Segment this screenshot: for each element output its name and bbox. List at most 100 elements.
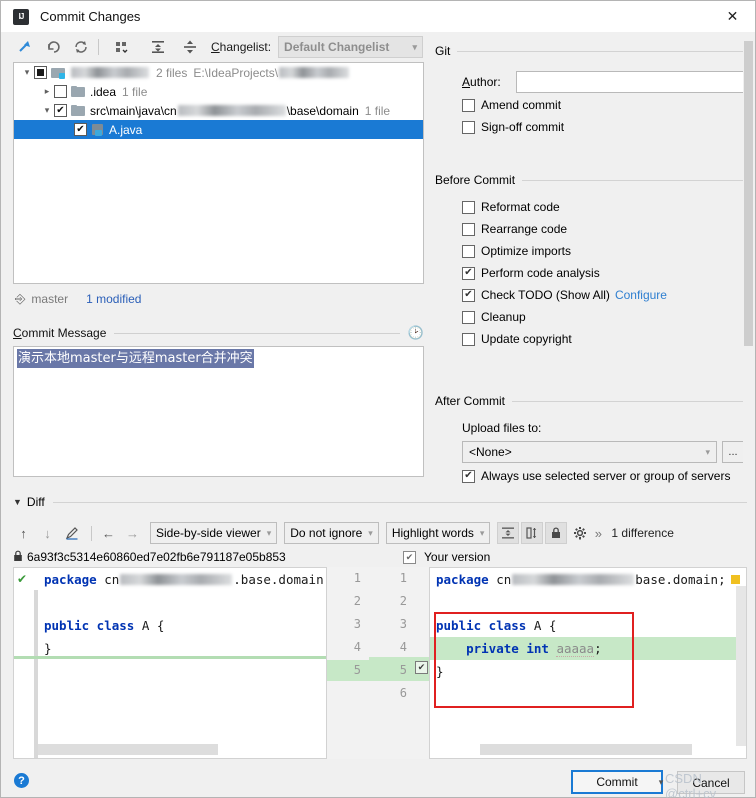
- file-count: 1 file: [122, 84, 148, 99]
- tree-checkbox[interactable]: [34, 66, 47, 79]
- signoff-commit-row[interactable]: Sign-off commit: [462, 116, 747, 138]
- update-copyright-label: Update copyright: [481, 332, 572, 346]
- browse-servers-button[interactable]: ...: [722, 441, 744, 463]
- align-sides-icon[interactable]: [521, 522, 544, 544]
- upload-server-combobox[interactable]: <None> ▾: [462, 441, 717, 463]
- chevron-down-icon[interactable]: [20, 67, 34, 78]
- divider: [52, 501, 747, 503]
- arrow-left-icon[interactable]: ←: [98, 523, 119, 544]
- git-section: Git Author: Amend commit Sign-off commit: [435, 43, 747, 138]
- arrow-down-icon[interactable]: ↓: [37, 523, 58, 544]
- signoff-commit-checkbox[interactable]: [462, 120, 475, 134]
- left-pane-hscrollbar[interactable]: [38, 744, 218, 755]
- diff-section-header[interactable]: ▼ Diff: [13, 494, 747, 510]
- your-version-checkbox[interactable]: [403, 550, 416, 564]
- refresh-changes-icon[interactable]: [14, 36, 36, 58]
- gear-icon[interactable]: [569, 522, 591, 544]
- viewer-mode-combobox[interactable]: Side-by-side viewer ▾: [150, 522, 278, 544]
- tree-row[interactable]: 2 files E:\IdeaProjects\: [14, 63, 423, 82]
- before-commit-section: Before Commit Reformat code Rearrange co…: [435, 172, 747, 350]
- revert-icon[interactable]: [70, 36, 92, 58]
- reformat-code-row[interactable]: Reformat code: [462, 196, 747, 218]
- amend-commit-checkbox[interactable]: [462, 98, 475, 112]
- collapse-all-icon[interactable]: [179, 36, 201, 58]
- ignore-mode-combobox[interactable]: Do not ignore ▾: [284, 522, 379, 544]
- perform-code-analysis-row[interactable]: Perform code analysis: [462, 262, 747, 284]
- right-pane-vscrollbar[interactable]: [736, 586, 746, 746]
- warning-marker-icon[interactable]: [731, 575, 740, 584]
- rearrange-code-row[interactable]: Rearrange code: [462, 218, 747, 240]
- collapse-unchanged-icon[interactable]: [497, 522, 520, 544]
- optimize-imports-checkbox[interactable]: [462, 244, 475, 258]
- diff-toolbar: ↑ ↓ ← → Side-by-side viewer ▾ Do not ign…: [13, 520, 747, 546]
- tree-checkbox[interactable]: [54, 104, 67, 117]
- diff-pane-left[interactable]: ✔ package cn .base.domain; public class A…: [13, 567, 327, 759]
- toolbar-divider: [98, 39, 99, 55]
- rearrange-code-checkbox[interactable]: [462, 222, 475, 236]
- signoff-commit-label: Sign-off commit: [481, 120, 565, 134]
- commit-changes-dialog: IJ Commit Changes ✕ Changelist: Default …: [0, 0, 756, 798]
- cleanup-checkbox[interactable]: [462, 310, 475, 324]
- update-copyright-row[interactable]: Update copyright: [462, 328, 747, 350]
- changed-files-tree[interactable]: 2 files E:\IdeaProjects\ .idea 1 file sr…: [13, 62, 424, 284]
- commit-button[interactable]: Commit: [571, 770, 663, 794]
- tree-checkbox[interactable]: [54, 85, 67, 98]
- accept-change-checkbox[interactable]: ✔: [415, 661, 428, 674]
- always-use-server-row[interactable]: Always use selected server or group of s…: [462, 465, 747, 487]
- optimize-imports-row[interactable]: Optimize imports: [462, 240, 747, 262]
- expand-all-icon[interactable]: [147, 36, 169, 58]
- right-panel-scrollbar-thumb[interactable]: [744, 41, 753, 346]
- author-field[interactable]: [516, 71, 747, 93]
- help-icon[interactable]: ?: [14, 773, 29, 788]
- code-line: }: [436, 664, 444, 679]
- cancel-button[interactable]: Cancel: [677, 771, 745, 794]
- right-pane-hscrollbar[interactable]: [480, 744, 692, 755]
- redacted-module-name: [71, 67, 149, 78]
- code-line: public class A {: [436, 618, 557, 633]
- modified-count[interactable]: 1 modified: [86, 292, 141, 306]
- rollback-icon[interactable]: [42, 36, 64, 58]
- history-clock-icon[interactable]: 🕑: [408, 325, 424, 341]
- close-icon[interactable]: ✕: [710, 1, 755, 32]
- reformat-code-checkbox[interactable]: [462, 200, 475, 214]
- tree-row[interactable]: src\main\java\cn \base\domain 1 file: [14, 101, 423, 120]
- before-commit-header: Before Commit: [435, 172, 747, 188]
- code-line: package cn base.domain;: [436, 572, 726, 587]
- tree-checkbox[interactable]: [74, 123, 87, 136]
- commit-dropdown-button[interactable]: ▾: [651, 772, 671, 792]
- always-use-server-checkbox[interactable]: [462, 469, 475, 483]
- chevron-right-icon[interactable]: [40, 86, 54, 97]
- chevron-more-icon[interactable]: »: [591, 522, 605, 544]
- configure-todo-link[interactable]: Configure: [615, 288, 667, 302]
- line-number: [327, 682, 367, 705]
- branch-name: master: [31, 292, 69, 306]
- chevron-down-icon: ▾: [368, 527, 373, 538]
- perform-code-analysis-checkbox[interactable]: [462, 266, 475, 280]
- commit-message-input[interactable]: 演示本地master与远程master合并冲突: [13, 346, 424, 477]
- tree-row[interactable]: A.java: [14, 120, 423, 139]
- chevron-down-icon: ▾: [705, 446, 710, 457]
- pencil-icon[interactable]: [61, 523, 82, 544]
- chevron-down-icon: ▾: [412, 41, 418, 52]
- divider: [114, 332, 400, 334]
- update-copyright-checkbox[interactable]: [462, 332, 475, 346]
- changelist-combobox[interactable]: Default Changelist ▾: [278, 36, 424, 58]
- upload-server-value: <None>: [469, 445, 512, 459]
- lock-icon[interactable]: [545, 522, 568, 544]
- cleanup-row[interactable]: Cleanup: [462, 306, 747, 328]
- check-todo-row[interactable]: Check TODO (Show All) Configure: [462, 284, 747, 306]
- amend-commit-row[interactable]: Amend commit: [462, 94, 747, 116]
- toolbar-divider: [91, 525, 92, 541]
- diff-pane-right[interactable]: package cn base.domain; public class A { …: [429, 567, 747, 759]
- chevron-down-icon[interactable]: ▼: [13, 497, 22, 507]
- check-todo-checkbox[interactable]: [462, 288, 475, 302]
- diff-line-number-gutter: 1 2 3 4 5 1 2 3 4 5 6 ✔: [327, 567, 429, 759]
- tree-row[interactable]: .idea 1 file: [14, 82, 423, 101]
- group-by-icon[interactable]: [111, 36, 133, 58]
- arrow-right-icon[interactable]: →: [122, 523, 143, 544]
- highlight-mode-combobox[interactable]: Highlight words ▾: [385, 522, 491, 544]
- chevron-down-icon[interactable]: [40, 105, 54, 116]
- arrow-up-icon[interactable]: ↑: [13, 523, 34, 544]
- divider: [512, 400, 747, 402]
- folder-icon: [71, 104, 86, 117]
